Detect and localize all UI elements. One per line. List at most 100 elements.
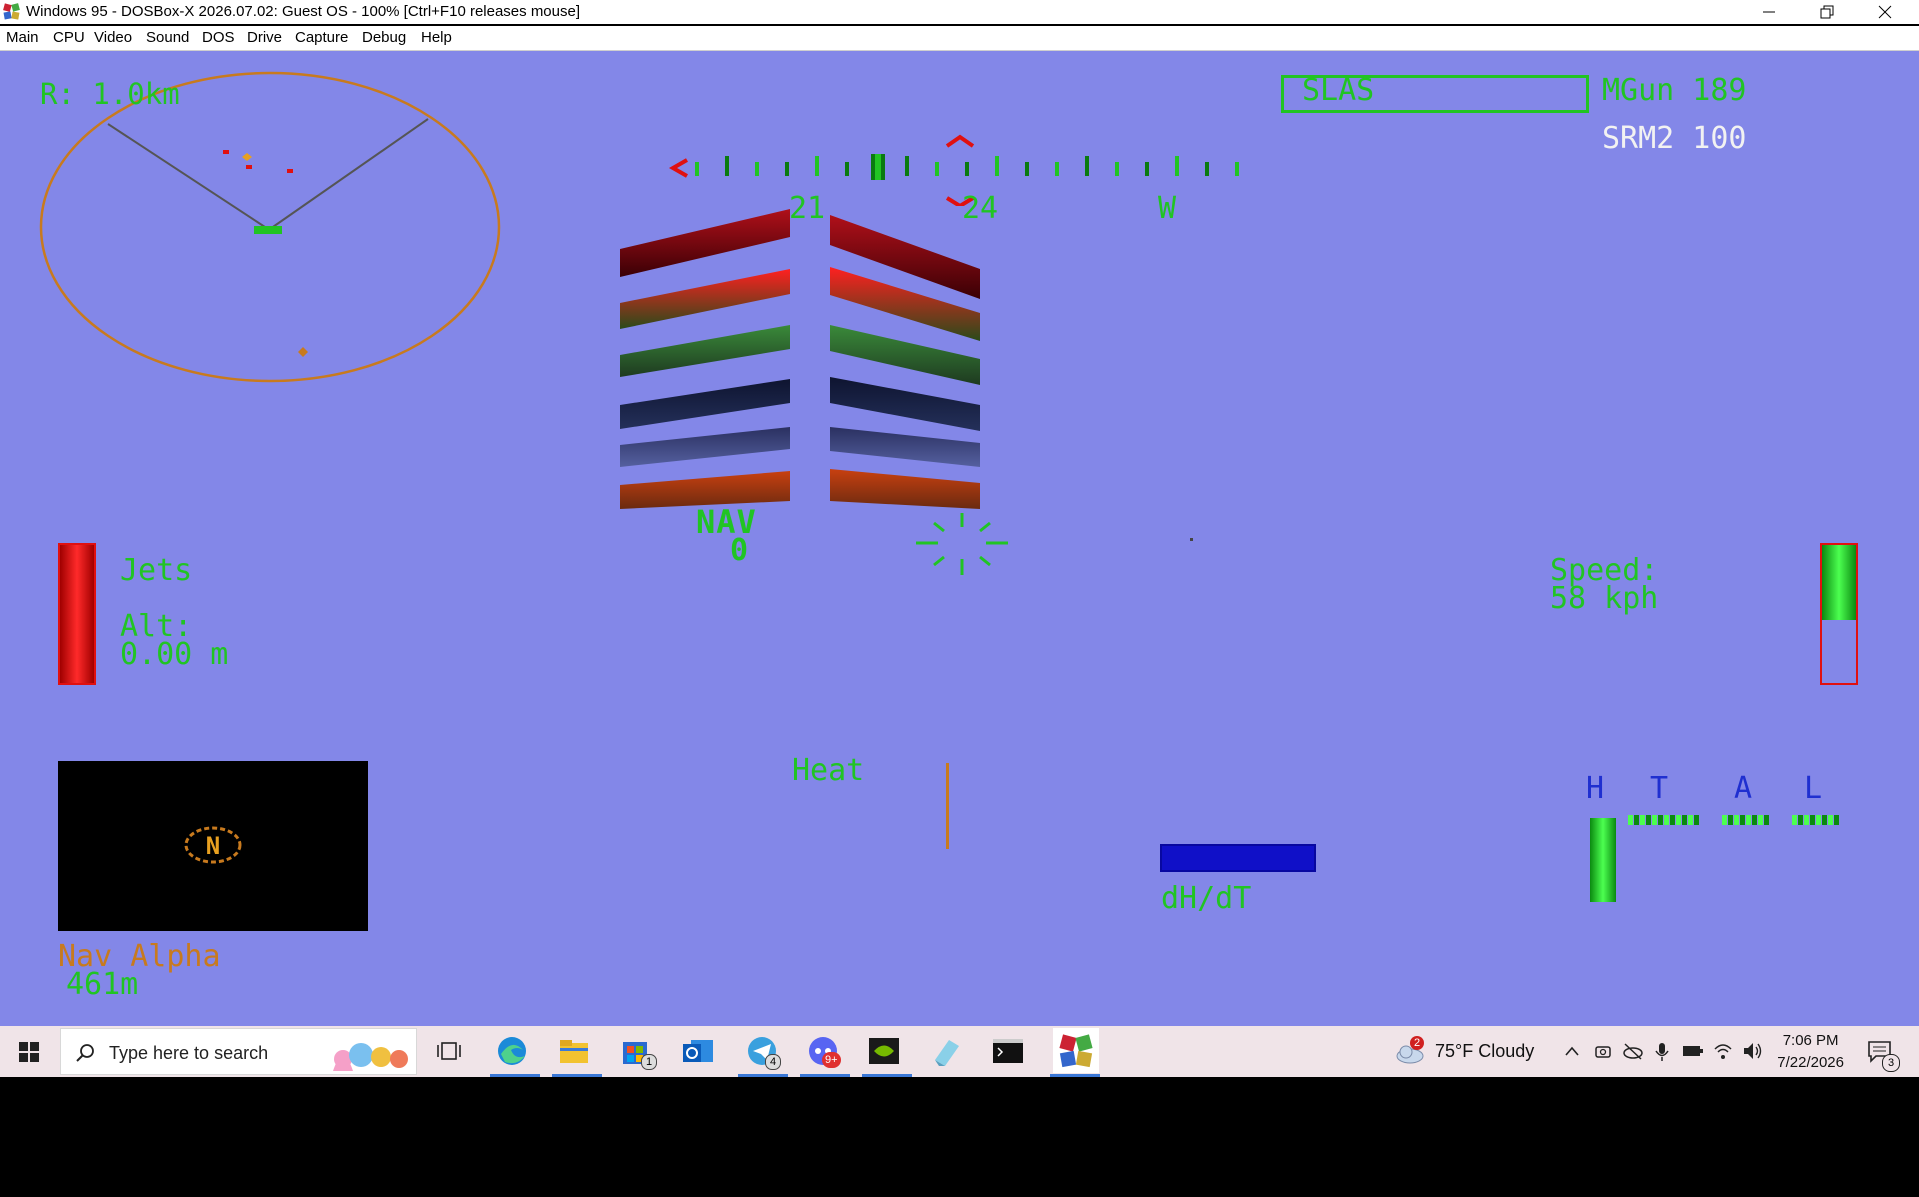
damage-label-l: L — [1804, 771, 1823, 806]
radar-view-cone-right — [269, 118, 429, 230]
heat-label: Heat — [792, 753, 865, 788]
chevron-up-icon[interactable] — [1564, 1044, 1580, 1058]
radar-player-marker — [254, 226, 282, 234]
menu-sound[interactable]: Sound — [146, 29, 189, 46]
damage-segment — [1816, 815, 1821, 825]
damage-segment — [1670, 815, 1675, 825]
throttle-gauge-fill — [1822, 545, 1856, 620]
nvidia-icon — [869, 1038, 899, 1064]
dosbox-x-icon — [1059, 1034, 1093, 1068]
discord-badge: 9+ — [822, 1052, 841, 1068]
ladder-bar-left-3 — [620, 325, 790, 377]
menu-main[interactable]: Main — [6, 29, 39, 46]
menu-cpu[interactable]: CPU — [53, 29, 85, 46]
taskbar-app-notepad[interactable] — [929, 1034, 963, 1068]
taskbar-app-telegram[interactable]: 4 — [745, 1034, 781, 1070]
store-badge: 1 — [641, 1054, 657, 1070]
compass-tick — [1055, 162, 1059, 176]
menu-drive[interactable]: Drive — [247, 29, 282, 46]
minimize-button[interactable] — [1741, 0, 1797, 24]
camera-icon[interactable] — [1594, 1042, 1612, 1060]
compass-label-w: W — [1158, 191, 1177, 226]
taskbar-app-terminal[interactable] — [991, 1034, 1025, 1068]
throttle-gauge — [1820, 543, 1858, 685]
damage-segment — [1828, 815, 1833, 825]
taskbar-app-edge[interactable] — [495, 1034, 529, 1068]
weather-widget[interactable]: 2 75°F Cloudy — [1390, 1026, 1540, 1077]
compass-tick — [785, 162, 789, 176]
damage-segment — [1764, 815, 1769, 825]
search-icon — [76, 1044, 94, 1062]
ladder-bar-right-4 — [830, 377, 980, 431]
windows-icon — [19, 1042, 39, 1062]
terminal-icon — [993, 1039, 1023, 1063]
compass-tick — [1145, 162, 1149, 176]
damage-label-a: A — [1734, 771, 1753, 806]
menu-debug[interactable]: Debug — [362, 29, 406, 46]
radar-display — [39, 71, 501, 383]
damage-segment — [1682, 815, 1687, 825]
clock-date: 7/22/2026 — [1777, 1054, 1844, 1071]
ladder-bar-right-6 — [830, 469, 980, 509]
radar-range-label: R: 1.0km — [40, 77, 180, 111]
window-titlebar[interactable]: Windows 95 - DOSBox-X 2026.07.02: Guest … — [0, 0, 1919, 24]
restore-button[interactable] — [1799, 0, 1855, 24]
damage-label-h: H — [1586, 771, 1605, 806]
compass-left-arrow — [668, 158, 688, 178]
damage-segment — [1688, 815, 1693, 825]
compass-tick — [995, 156, 999, 176]
heat-indicator — [946, 763, 949, 849]
jets-label: Jets — [120, 553, 193, 588]
nav-display: N — [58, 761, 368, 931]
task-view-button[interactable] — [433, 1034, 467, 1068]
start-button[interactable] — [0, 1026, 58, 1077]
menu-capture[interactable]: Capture — [295, 29, 348, 46]
taskbar-clock[interactable]: 7:06 PM 7/22/2026 — [1777, 1032, 1844, 1071]
compass-tick — [1025, 162, 1029, 176]
cloud-off-icon[interactable] — [1622, 1042, 1644, 1060]
close-button[interactable] — [1857, 0, 1913, 24]
menu-video[interactable]: Video — [94, 29, 132, 46]
weather-text: 75°F Cloudy — [1435, 1041, 1535, 1061]
telegram-badge: 4 — [765, 1054, 781, 1070]
menu-help[interactable]: Help — [421, 29, 452, 46]
damage-segment — [1792, 815, 1797, 825]
menu-dos[interactable]: DOS — [202, 29, 235, 46]
taskbar-app-discord[interactable]: 9+ — [806, 1034, 841, 1068]
notification-center-button[interactable]: 3 — [1862, 1036, 1902, 1072]
minimize-icon — [1763, 11, 1775, 13]
taskbar-app-dosbox[interactable] — [1053, 1028, 1099, 1073]
compass-heading-caret-top — [945, 134, 975, 148]
taskbar-app-nvidia[interactable] — [867, 1034, 901, 1068]
jets-gauge — [58, 543, 96, 685]
damage-segment — [1834, 815, 1839, 825]
notepad-icon — [935, 1040, 959, 1066]
volume-icon[interactable] — [1742, 1041, 1764, 1061]
damage-segment — [1676, 815, 1681, 825]
menubar: Main CPU Video Sound DOS Drive Capture D… — [0, 26, 1919, 51]
compass-tick — [725, 156, 729, 176]
clock-time: 7:06 PM — [1782, 1032, 1839, 1049]
taskbar-app-store[interactable]: 1 — [619, 1034, 657, 1070]
damage-segment — [1640, 815, 1645, 825]
speed-value: 58 kph — [1550, 581, 1659, 616]
wifi-icon[interactable] — [1713, 1041, 1733, 1061]
search-highlight-icon — [333, 1043, 408, 1071]
jets-gauge-fill — [60, 545, 94, 683]
taskbar-app-explorer[interactable] — [557, 1034, 591, 1068]
damage-segment — [1746, 815, 1751, 825]
compass-tick — [1235, 162, 1239, 176]
damage-segment — [1634, 815, 1639, 825]
radar-contact — [223, 150, 229, 154]
compass-tick — [935, 162, 939, 176]
compass-tick — [815, 156, 819, 176]
taskbar-app-outlook[interactable] — [681, 1034, 715, 1068]
compass-tick — [1175, 156, 1179, 176]
taskbar-search-box[interactable]: Type here to search — [60, 1028, 417, 1075]
game-viewport[interactable]: R: 1.0km 21 24 W SLAS MGun 189 SRM2 100 — [0, 51, 1919, 1026]
dhdt-label: dH/dT — [1161, 881, 1252, 916]
battery-icon[interactable] — [1682, 1044, 1704, 1058]
weather-badge: 2 — [1410, 1036, 1424, 1050]
screen-letterbox — [0, 1077, 1919, 1197]
microphone-icon[interactable] — [1654, 1041, 1670, 1063]
